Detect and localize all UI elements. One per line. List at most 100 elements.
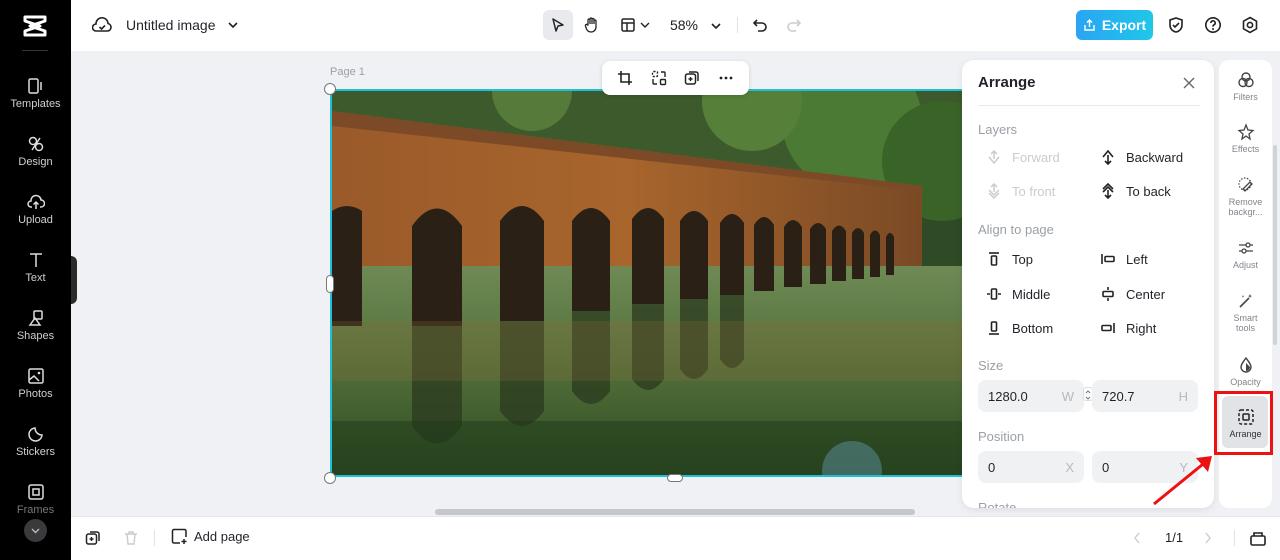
page-panel-toggle-icon[interactable] — [1249, 529, 1267, 547]
rail-item-adjust[interactable]: Adjust — [1219, 239, 1272, 270]
duplicate-icon[interactable] — [684, 70, 700, 86]
effects-icon — [1236, 123, 1255, 141]
add-page-button[interactable]: Add page — [171, 528, 250, 545]
duplicate-page-icon[interactable] — [85, 530, 101, 546]
shield-check-icon[interactable] — [1167, 16, 1185, 34]
rail-item-remove-background[interactable]: Remove backgr... — [1219, 176, 1272, 217]
annotation-arrow — [1153, 456, 1212, 506]
title-menu-chevron-icon[interactable] — [227, 20, 239, 30]
align-top-button[interactable]: Top — [986, 251, 1033, 267]
to-back-button[interactable]: To back — [1100, 183, 1171, 199]
rail-item-effects[interactable]: Effects — [1219, 123, 1272, 154]
crop-icon[interactable] — [617, 70, 633, 86]
right-rail-scrollbar[interactable] — [1273, 145, 1277, 345]
chevron-down-icon — [31, 528, 40, 534]
export-button[interactable]: Export — [1076, 10, 1153, 40]
canvas-horizontal-scrollbar[interactable] — [435, 509, 915, 515]
layout-icon — [621, 18, 635, 32]
to-back-label: To back — [1126, 183, 1171, 199]
resize-handle-top-left[interactable] — [324, 83, 336, 95]
align-left-button[interactable]: Left — [1100, 251, 1148, 267]
layers-label: Layers — [978, 122, 1018, 137]
rail-item-smart-tools[interactable]: Smart tools — [1219, 292, 1272, 333]
sidebar-item-label: Upload — [18, 214, 53, 226]
align-bottom-button[interactable]: Bottom — [986, 320, 1053, 336]
previous-page-icon[interactable] — [1132, 531, 1142, 545]
logo-divider — [22, 50, 48, 51]
sidebar-item-stickers[interactable]: Stickers — [0, 425, 71, 458]
align-center-button[interactable]: Center — [1100, 286, 1165, 302]
bridge-photo — [332, 91, 970, 475]
arrange-panel: Arrange Layers Forward Backward To front… — [962, 60, 1214, 508]
align-left-icon — [1101, 254, 1115, 264]
hand-tool-button[interactable] — [577, 10, 607, 40]
panel-title: Arrange — [978, 74, 1036, 91]
select-tool-button[interactable] — [543, 10, 573, 40]
rotate-label: Rotate — [978, 500, 1017, 508]
zoom-level[interactable]: 58% — [669, 10, 699, 40]
pager-divider — [1234, 530, 1235, 546]
image-floating-toolbar — [602, 61, 749, 95]
size-label: Size — [978, 358, 1004, 373]
rail-label: Smart tools — [1233, 313, 1258, 333]
layout-menu-button[interactable] — [617, 10, 653, 40]
x-value: 0 — [988, 459, 996, 475]
top-bar: Untitled image 58% Export — [71, 0, 1280, 51]
adjust-icon — [1238, 242, 1253, 254]
height-input[interactable]: 720.7 H — [1092, 380, 1198, 412]
canvas-image[interactable] — [330, 89, 970, 477]
export-label: Export — [1101, 17, 1147, 33]
more-options-icon[interactable] — [718, 70, 734, 86]
settings-icon[interactable] — [1241, 16, 1259, 34]
pointer-icon — [552, 18, 564, 32]
forward-button[interactable]: Forward — [986, 149, 1060, 165]
sidebar-item-templates[interactable]: Templates — [0, 77, 71, 110]
photos-icon — [27, 368, 44, 384]
sidebar-item-design[interactable]: Design — [0, 135, 71, 168]
y-value: 0 — [1102, 459, 1110, 475]
close-icon[interactable] — [1182, 76, 1196, 90]
backward-button[interactable]: Backward — [1100, 149, 1183, 165]
width-value: 1280.0 — [988, 388, 1028, 404]
backward-icon — [1102, 149, 1114, 165]
sidebar-item-label: Design — [18, 156, 53, 168]
sidebar-item-shapes[interactable]: Shapes — [0, 309, 71, 342]
resize-handle-bottom[interactable] — [667, 474, 683, 482]
align-to-page-label: Align to page — [978, 222, 1054, 237]
left-sidebar: Templates Design Upload Text Shapes Phot… — [0, 0, 71, 560]
replace-icon[interactable] — [651, 70, 667, 86]
resize-handle-left[interactable] — [326, 275, 334, 293]
redo-icon — [787, 19, 802, 32]
capcut-logo-icon[interactable] — [22, 14, 48, 38]
undo-button[interactable] — [748, 10, 772, 40]
sidebar-item-photos[interactable]: Photos — [0, 367, 71, 400]
to-front-button[interactable]: To front — [986, 183, 1055, 199]
sidebar-item-frames[interactable]: Frames — [0, 483, 71, 516]
resize-handle-bottom-left[interactable] — [324, 472, 336, 484]
sidebar-collapse-handle[interactable] — [71, 256, 77, 304]
document-title[interactable]: Untitled image — [126, 17, 216, 33]
cloud-saved-icon[interactable] — [92, 16, 112, 34]
panel-divider — [978, 105, 1200, 106]
sidebar-more-button[interactable] — [24, 519, 47, 542]
rail-item-filters[interactable]: Filters — [1219, 71, 1272, 102]
next-page-icon[interactable] — [1203, 531, 1213, 545]
sidebar-item-text[interactable]: Text — [0, 251, 71, 284]
sidebar-item-label: Stickers — [15, 446, 56, 458]
page-indicator: 1/1 — [1165, 530, 1184, 545]
align-middle-button[interactable]: Middle — [986, 286, 1050, 302]
bottom-divider — [154, 530, 155, 546]
zoom-chevron-down-icon[interactable] — [710, 21, 722, 31]
redo-button[interactable] — [782, 10, 806, 40]
position-x-input[interactable]: 0 X — [978, 451, 1084, 483]
sidebar-item-label: Text — [25, 272, 46, 284]
width-input[interactable]: 1280.0 W — [978, 380, 1084, 412]
help-icon[interactable] — [1204, 16, 1222, 34]
delete-page-icon[interactable] — [123, 530, 139, 546]
sidebar-item-upload[interactable]: Upload — [0, 193, 71, 226]
sidebar-item-label: Photos — [18, 388, 53, 400]
align-right-button[interactable]: Right — [1100, 320, 1156, 336]
rail-item-opacity[interactable]: Opacity — [1219, 356, 1272, 387]
backward-label: Backward — [1126, 149, 1184, 165]
chevron-down-icon — [640, 22, 650, 28]
